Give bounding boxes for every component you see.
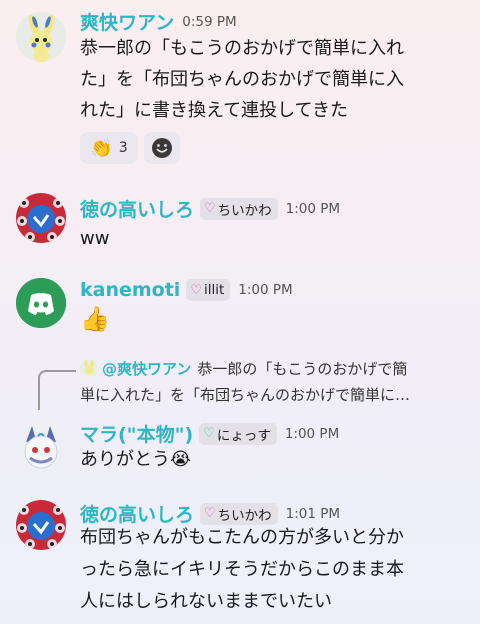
message-header: 徳の高いしろ ♡ ちいかわ 1:00 PM (80, 195, 340, 222)
character-avatar-icon (16, 193, 66, 243)
heart-icon: ♡ (190, 282, 202, 298)
author-name[interactable]: kanemoti (80, 279, 180, 301)
message-3: kanemoti ♡ illit 1:00 PM 👍 (0, 270, 480, 340)
message-line: ww (80, 228, 110, 249)
message-2: 徳の高いしろ ♡ ちいかわ 1:00 PM ww (0, 185, 480, 255)
message-header: kanemoti ♡ illit 1:00 PM (80, 279, 293, 301)
message-line: ったら急にイキリそうだからこのまま本 (80, 559, 404, 580)
discord-logo-icon (16, 278, 66, 328)
avatar[interactable] (16, 193, 66, 243)
reply-connector (38, 370, 76, 410)
avatar[interactable] (16, 278, 66, 328)
message-content: 👍 (80, 304, 472, 335)
reply-author: @爽快ワアン (102, 360, 192, 378)
heart-icon: ♡ (203, 426, 215, 441)
message-content: ww (80, 223, 472, 254)
reply-avatar (80, 359, 98, 377)
badge-label: にょっす (216, 427, 271, 444)
add-reaction-button[interactable] (144, 132, 180, 164)
message-line: 布団ちゃんがもこたんの方が多いと分か (80, 527, 404, 548)
timestamp: 0:59 PM (182, 13, 237, 30)
timestamp: 1:00 PM (284, 425, 340, 442)
timestamp: 1:01 PM (285, 505, 341, 522)
message-line: 恭一郎の「もこうのおかげで簡単に入れ (80, 38, 404, 59)
reply-text-line: 恭一郎の「もこうのおかげで簡 (197, 360, 408, 378)
thumbs-up-emoji: 👍 (80, 305, 110, 333)
message-4: マラ("本物") ♡ にょっす 1:00 PM ありがとう😭 (0, 410, 480, 485)
reaction-count: 3 (118, 140, 128, 156)
badge-label: ちいかわ (217, 202, 272, 219)
message-header: マラ("本物") ♡ にょっす 1:00 PM (80, 420, 339, 447)
author-name[interactable]: マラ("本物") (80, 420, 193, 447)
message-header: 爽快ワアン 0:59 PM (80, 8, 237, 35)
message-line: た」を「布団ちゃんのおかげで簡単に入 (80, 69, 404, 90)
minun-avatar-icon (16, 12, 66, 62)
character-avatar-icon (16, 422, 66, 472)
message-line: れた」に書き換えて連投してきた (80, 100, 349, 121)
heart-icon: ♡ (204, 201, 216, 216)
clap-emoji: 👏 (90, 137, 113, 159)
message-5: 徳の高いしろ ♡ ちいかわ 1:01 PM 布団ちゃんがもこたんの方が多いと分か… (0, 492, 480, 624)
avatar[interactable] (16, 12, 66, 62)
role-badge[interactable]: ♡ ちいかわ (200, 197, 278, 220)
message-1: 爽快ワアン 0:59 PM 恭一郎の「もこうのおかげで簡単に入れ た」を「布団ち… (0, 0, 480, 180)
message-line: ありがとう😭 (80, 449, 192, 470)
character-avatar-icon (16, 500, 66, 550)
author-name[interactable]: 爽快ワアン (80, 8, 174, 35)
timestamp: 1:00 PM (238, 282, 293, 298)
timestamp: 1:00 PM (285, 200, 341, 217)
role-badge[interactable]: ♡ にょっす (199, 422, 277, 445)
message-line: 人にはしられないままでいたい (80, 591, 332, 612)
badge-label: illit (203, 282, 225, 298)
message-content: 恭一郎の「もこうのおかげで簡単に入れ た」を「布団ちゃんのおかげで簡単に入 れた… (80, 33, 472, 126)
badge-label: ちいかわ (217, 507, 272, 524)
reaction-clap[interactable]: 👏 3 (80, 132, 138, 164)
minun-mini-icon (84, 360, 94, 375)
avatar[interactable] (16, 422, 66, 472)
heart-icon: ♡ (204, 506, 216, 521)
message-content: 布団ちゃんがもこたんの方が多いと分か ったら急にイキリそうだからこのまま本 人に… (80, 522, 472, 618)
reply-text-line: 単に入れた」を「布団ちゃんのおかげで簡単に… (80, 386, 411, 404)
smiley-icon (152, 138, 172, 158)
message-content: ありがとう😭 (80, 444, 472, 475)
role-badge[interactable]: ♡ illit (186, 279, 231, 301)
author-name[interactable]: 徳の高いしろ (80, 195, 194, 222)
avatar[interactable] (16, 500, 66, 550)
reply-preview[interactable]: @爽快ワアン 恭一郎の「もこうのおかげで簡 単に入れた」を「布団ちゃんのおかげで簡… (80, 356, 470, 408)
